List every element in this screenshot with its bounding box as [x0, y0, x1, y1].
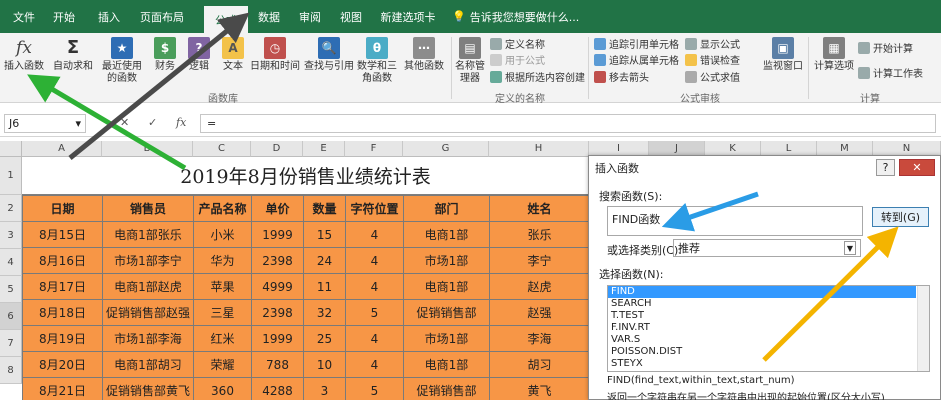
- excel-window: { "tabs": ["文件","开始","插入","页面布局","公式","数…: [0, 0, 941, 400]
- yellow-arrow: [762, 226, 899, 362]
- blue-arrow: [661, 191, 759, 232]
- dark-arrow: [68, 12, 250, 160]
- annotation-arrows: [27, 12, 899, 362]
